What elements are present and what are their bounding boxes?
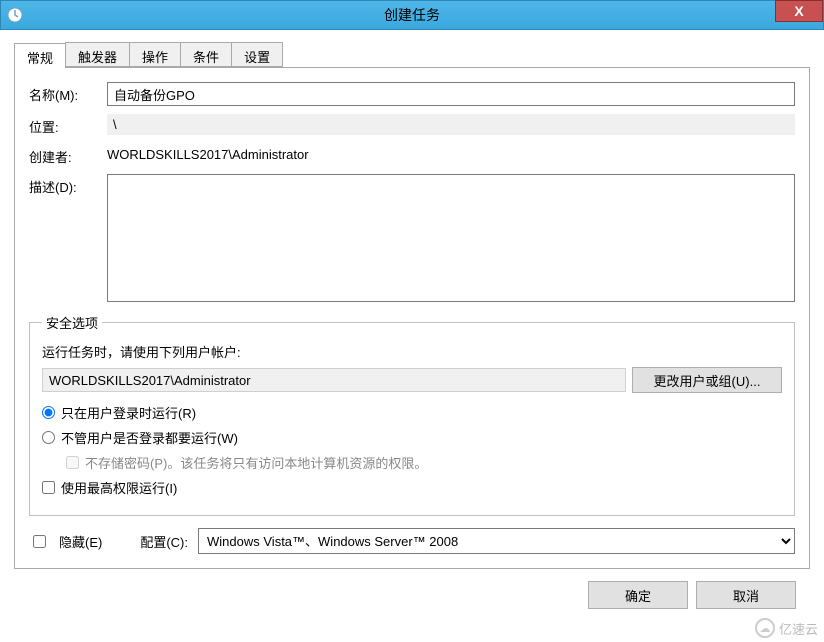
location-label: 位置: bbox=[29, 114, 107, 136]
description-label: 描述(D): bbox=[29, 174, 107, 196]
run-logged-on-label: 只在用户登录时运行(R) bbox=[61, 403, 196, 422]
configure-select[interactable]: Windows Vista™、Windows Server™ 2008 bbox=[198, 528, 795, 554]
title-bar: 创建任务 X bbox=[0, 0, 824, 30]
creator-value: WORLDSKILLS2017\Administrator bbox=[107, 144, 795, 165]
watermark: ☁ 亿速云 bbox=[755, 618, 818, 638]
creator-label: 创建者: bbox=[29, 144, 107, 166]
watermark-text: 亿速云 bbox=[779, 619, 818, 638]
name-input[interactable] bbox=[107, 82, 795, 106]
configure-label: 配置(C): bbox=[140, 532, 188, 551]
location-value: \ bbox=[107, 114, 795, 135]
tab-triggers[interactable]: 触发器 bbox=[65, 42, 130, 67]
run-logged-on-radio[interactable] bbox=[42, 406, 55, 419]
security-options-group: 安全选项 运行任务时，请使用下列用户帐户: WORLDSKILLS2017\Ad… bbox=[29, 313, 795, 516]
security-legend: 安全选项 bbox=[42, 313, 102, 332]
change-user-button[interactable]: 更改用户或组(U)... bbox=[632, 367, 782, 393]
ok-button[interactable]: 确定 bbox=[588, 581, 688, 609]
highest-privileges-checkbox[interactable] bbox=[42, 481, 55, 494]
hidden-label: 隐藏(E) bbox=[59, 532, 102, 551]
tab-general[interactable]: 常规 bbox=[14, 43, 66, 68]
run-whether-radio[interactable] bbox=[42, 431, 55, 444]
hidden-checkbox[interactable] bbox=[33, 535, 46, 548]
general-panel: 名称(M): 位置: \ 创建者: WORLDSKILLS2017\Admini… bbox=[14, 68, 810, 569]
highest-privileges-label: 使用最高权限运行(I) bbox=[61, 478, 177, 497]
cancel-button[interactable]: 取消 bbox=[696, 581, 796, 609]
run-as-prompt: 运行任务时，请使用下列用户帐户: bbox=[42, 342, 782, 361]
description-input[interactable] bbox=[107, 174, 795, 302]
name-label: 名称(M): bbox=[29, 82, 107, 104]
run-whether-label: 不管用户是否登录都要运行(W) bbox=[61, 428, 238, 447]
no-store-password-label: 不存储密码(P)。该任务将只有访问本地计算机资源的权限。 bbox=[85, 453, 427, 472]
tab-conditions[interactable]: 条件 bbox=[180, 42, 232, 67]
cloud-icon: ☁ bbox=[755, 618, 775, 638]
tab-settings[interactable]: 设置 bbox=[231, 42, 283, 67]
user-account-display: WORLDSKILLS2017\Administrator bbox=[42, 368, 626, 392]
window-title: 创建任务 bbox=[1, 5, 823, 25]
tab-strip: 常规 触发器 操作 条件 设置 bbox=[14, 42, 810, 68]
no-store-password-checkbox bbox=[66, 456, 79, 469]
tab-actions[interactable]: 操作 bbox=[129, 42, 181, 67]
